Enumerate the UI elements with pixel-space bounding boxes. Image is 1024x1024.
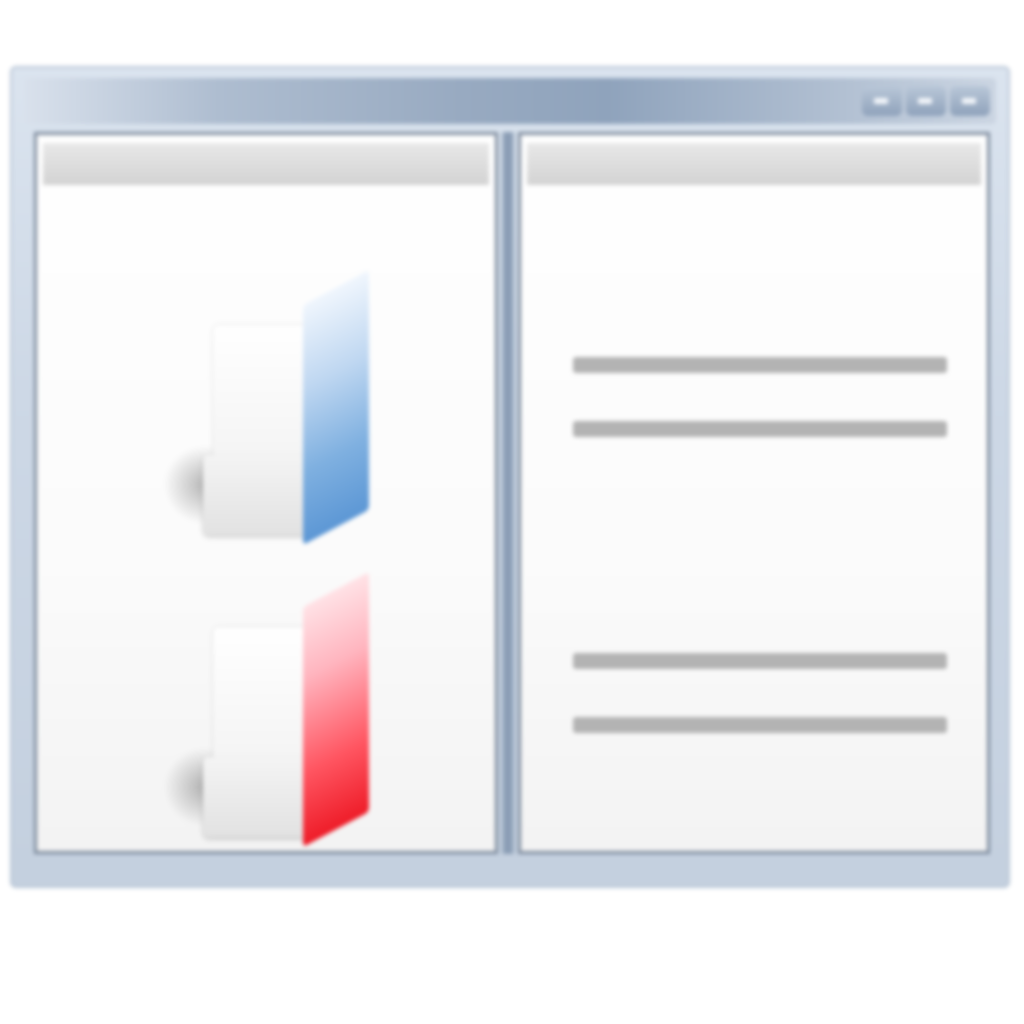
folder-tab-blue: [303, 269, 369, 545]
right-pane-header: [527, 143, 981, 185]
blue-folder-icon[interactable]: [163, 269, 369, 555]
text-placeholder-line: [573, 653, 947, 669]
left-pane: [34, 132, 498, 854]
text-placeholder-line: [573, 421, 947, 437]
red-folder-icon[interactable]: [163, 571, 369, 857]
title-bar[interactable]: [24, 78, 996, 124]
dual-pane-window-icon: [0, 0, 1024, 1024]
app-window: [10, 66, 1010, 888]
left-pane-header: [43, 143, 489, 185]
minimize-button[interactable]: [862, 86, 902, 116]
text-placeholder-line: [573, 717, 947, 733]
folder-tab-red: [303, 571, 369, 847]
text-placeholder-line: [573, 357, 947, 373]
close-button[interactable]: [950, 86, 990, 116]
maximize-button[interactable]: [906, 86, 946, 116]
right-pane: [518, 132, 990, 854]
window-controls: [862, 86, 990, 116]
pane-splitter[interactable]: [502, 132, 514, 854]
